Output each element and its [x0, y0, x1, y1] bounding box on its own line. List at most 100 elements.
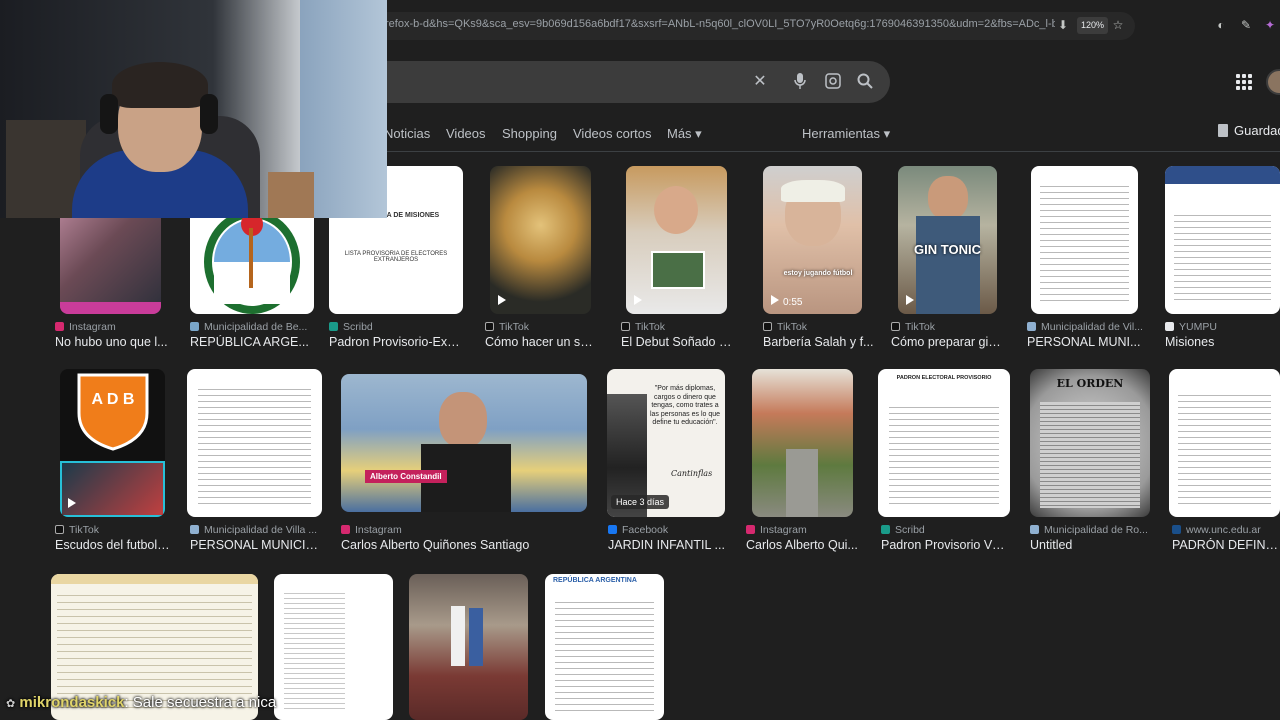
walkway — [786, 449, 818, 517]
result-title[interactable]: REPÚBLICA ARGE... — [190, 335, 315, 349]
lens-icon[interactable] — [823, 72, 843, 92]
result-source: Facebook — [622, 524, 669, 536]
result-title[interactable]: El Debut Soñado d... — [621, 335, 733, 349]
table-header — [51, 574, 258, 584]
site-favicon — [1027, 322, 1036, 331]
chat-username: mikrondaskick — [19, 694, 125, 711]
tab-videos-cortos[interactable]: Videos cortos — [573, 126, 652, 141]
result-title[interactable]: No hubo uno que l... — [55, 335, 170, 349]
result-thumbnail[interactable] — [490, 166, 591, 314]
document-lines — [1177, 389, 1272, 509]
tab-mas[interactable]: Más ▾ — [667, 126, 702, 142]
result-thumbnail[interactable] — [1169, 369, 1280, 517]
mic-icon[interactable] — [790, 72, 810, 92]
result-thumbnail[interactable] — [409, 574, 528, 720]
quote-text: "Por más diplomas, cargos o dinero que t… — [649, 385, 721, 426]
club-initials: A D B — [91, 391, 135, 408]
result-thumbnail[interactable]: GIN TONIC — [898, 166, 997, 314]
result-thumbnail[interactable] — [187, 369, 322, 517]
person-face — [654, 186, 698, 234]
play-icon — [498, 295, 506, 305]
result-thumbnail[interactable] — [626, 166, 727, 314]
bookmark-icon — [1218, 124, 1228, 137]
result-title[interactable]: PADRÓN DEFINITI... — [1172, 538, 1280, 552]
result-source: YUMPU — [1179, 321, 1217, 333]
result-thumbnail[interactable]: PADRON ELECTORAL PROVISORIO — [878, 369, 1010, 517]
document-lines — [1039, 180, 1130, 306]
result-title[interactable]: PERSONAL MUNI... — [1027, 335, 1145, 349]
result-title[interactable]: Barbería Salah y f... — [763, 335, 875, 349]
document-lines — [554, 597, 655, 712]
tab-shopping[interactable]: Shopping — [502, 126, 557, 141]
video-caption: GIN TONIC — [914, 242, 981, 257]
result-title[interactable]: Escudos del futbol ... — [55, 538, 170, 552]
close-icon[interactable]: ✕ — [750, 72, 770, 92]
puzzle-icon[interactable]: ✎ — [1238, 17, 1254, 33]
tab-videos[interactable]: Videos — [446, 126, 486, 141]
chat-badge-icon: ✿ — [6, 698, 16, 710]
document-lines — [1174, 210, 1271, 306]
result-title[interactable]: Cómo preparar gin... — [891, 335, 1003, 349]
result-title[interactable]: Carlos Alberto Quiñones Santiago — [341, 538, 587, 552]
chat-overlay: ✿ mikrondaskick: Sale secuestra a nica — [6, 694, 276, 711]
result-source: Municipalidad de Be... — [204, 321, 308, 333]
result-thumbnail[interactable]: "Por más diplomas, cargos o dinero que t… — [607, 369, 725, 517]
result-title[interactable]: Padron Provisorio-Extr... — [329, 335, 463, 349]
result-thumbnail[interactable] — [752, 369, 853, 517]
result-thumbnail[interactable] — [1031, 166, 1138, 314]
result-thumbnail[interactable]: EL ORDEN — [1030, 369, 1150, 517]
play-icon — [771, 295, 779, 305]
extension-icon[interactable]: ◐ — [1213, 17, 1229, 33]
quote-author: Cantinflas — [671, 469, 713, 478]
cardboard-box — [268, 172, 314, 218]
install-icon[interactable]: ⬇ — [1055, 17, 1071, 33]
document-lines — [283, 588, 346, 712]
result-thumbnail[interactable]: REPÚBLICA ARGENTINA — [545, 574, 664, 720]
video-duration: 0:55 — [783, 297, 803, 308]
name-tag: Alberto Constandil — [365, 470, 447, 483]
result-title[interactable]: PERSONAL MUNICIP... — [190, 538, 320, 552]
result-title[interactable]: JARDIN INFANTIL ... — [608, 538, 726, 552]
result-title[interactable]: Padron Provisorio Vill... — [881, 538, 1005, 552]
site-favicon — [1172, 525, 1181, 534]
tools-button[interactable]: Herramientas ▾ — [802, 126, 890, 142]
play-icon — [634, 295, 642, 305]
result-source: TikTok — [499, 321, 529, 333]
result-title[interactable]: Carlos Alberto Qui... — [746, 538, 858, 552]
tab-noticias[interactable]: Noticias — [384, 126, 430, 141]
tiktok-icon — [621, 322, 630, 331]
bookmark-star-icon[interactable]: ☆ — [1110, 17, 1126, 33]
result-thumbnail[interactable]: A D B — [60, 369, 165, 517]
person-right — [469, 608, 483, 666]
scribd-icon — [329, 322, 338, 331]
banner-strip — [60, 302, 161, 314]
headphone-right-icon — [200, 94, 218, 134]
account-avatar[interactable] — [1266, 69, 1280, 95]
google-apps-icon[interactable] — [1236, 74, 1252, 90]
result-thumbnail[interactable]: estoy jugando fútbol 0:55 — [763, 166, 862, 314]
tiktok-icon — [891, 322, 900, 331]
doc-title: LISTA PROVISORIA DE ELECTORES EXTRANJERO… — [344, 251, 448, 263]
result-title[interactable]: Untitled — [1030, 538, 1150, 552]
profile-extension-icon[interactable]: ✦ — [1262, 17, 1278, 33]
address-url[interactable]: refox-b-d&hs=QKs9&sca_esv=9b069d156a6bdf… — [385, 18, 1055, 30]
result-title[interactable]: Cómo hacer un sá... — [485, 335, 597, 349]
result-thumbnail[interactable]: Alberto Constandil — [341, 374, 587, 512]
result-source: TikTok — [69, 524, 99, 536]
saved-button[interactable]: Guardad — [1218, 123, 1280, 138]
result-title[interactable]: Misiones — [1165, 335, 1280, 349]
result-thumbnail[interactable] — [274, 574, 393, 720]
search-icon[interactable] — [855, 72, 875, 92]
newspaper-masthead: EL ORDEN — [1056, 377, 1124, 390]
play-icon — [68, 498, 76, 508]
result-source: Scribd — [895, 524, 925, 536]
facebook-icon — [608, 525, 617, 534]
instagram-icon — [746, 525, 755, 534]
result-source: www.unc.edu.ar — [1186, 524, 1261, 536]
instagram-icon — [55, 322, 64, 331]
site-favicon — [190, 322, 199, 331]
result-source: TikTok — [635, 321, 665, 333]
zoom-badge[interactable]: 120% — [1077, 17, 1109, 34]
result-thumbnail[interactable] — [1165, 166, 1280, 314]
webcam-overlay — [0, 0, 387, 218]
